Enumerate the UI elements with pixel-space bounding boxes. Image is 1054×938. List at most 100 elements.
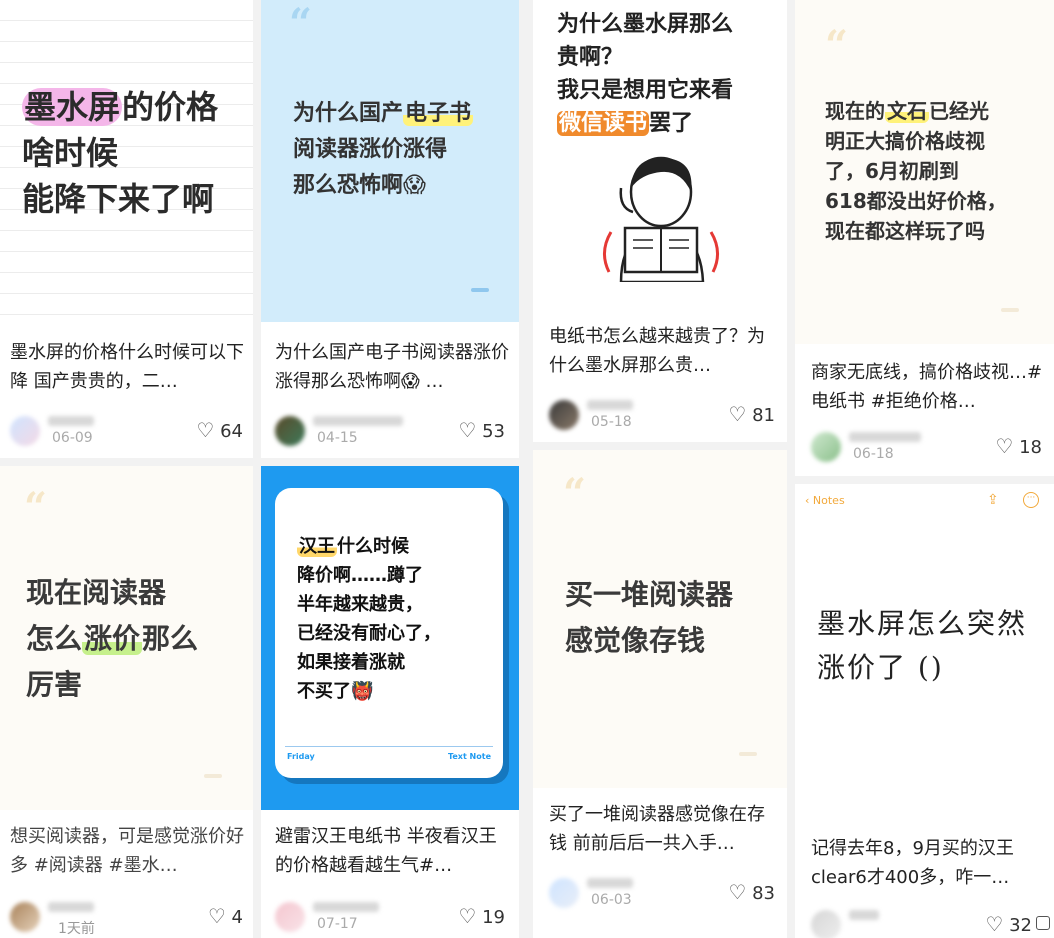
decorative-dash [204, 774, 222, 778]
like-count: 64 [220, 421, 243, 442]
like-count: 4 [231, 907, 243, 928]
post-title[interactable]: 避雷汉王电纸书 半夜看汉王的价格越看越生气#… [275, 822, 511, 880]
cover-text: 阅读器涨价涨得 [293, 137, 448, 162]
avatar[interactable] [549, 400, 579, 430]
avatar[interactable] [811, 910, 841, 938]
heart-icon: ♡ [196, 418, 215, 442]
cover-text: 那么恐怖啊😱 [293, 173, 426, 198]
note-frame: 汉王 什么时候 降价啊……蹲了 半年越来越贵， 已经没有耐心了， 如果接着涨就 不… [275, 488, 503, 778]
post-cover[interactable]: 汉王 什么时候 降价啊……蹲了 半年越来越贵， 已经没有耐心了， 如果接着涨就 不… [261, 466, 519, 810]
username[interactable] [313, 416, 403, 426]
cover-highlight: 墨水屏 [22, 88, 123, 126]
username[interactable] [849, 432, 921, 442]
post-title[interactable]: 墨水屏的价格什么时候可以下降 国产贵贵的，二… [10, 338, 245, 396]
post-card[interactable]: “ 现在阅读器 怎么涨价那么 厉害 想买阅读器，可是感觉涨价好多 #阅读器 #墨… [0, 466, 253, 938]
like-button[interactable]: ♡ 53 [458, 418, 505, 442]
scan-icon[interactable] [1036, 916, 1050, 930]
post-cover[interactable]: ‹ Notes ⇪ ··· 墨水屏怎么突然 涨价了 () [795, 484, 1054, 822]
cover-text: 贵啊？ [557, 45, 624, 70]
post-meta: 06-03 ♡ 83 [549, 878, 775, 908]
like-button[interactable]: ♡ 18 [995, 434, 1042, 458]
cover-text: 涨价了 () [817, 651, 944, 684]
username[interactable] [587, 400, 633, 410]
notes-back-button[interactable]: ‹ Notes [805, 494, 845, 507]
cover-highlight: 文石 [885, 99, 929, 123]
like-button[interactable]: ♡ 19 [458, 904, 505, 928]
heart-icon: ♡ [728, 880, 747, 904]
post-cover[interactable]: 为什么墨水屏那么 贵啊？ 我只是想用它来看 微信读书罢了 [533, 0, 787, 308]
post-card[interactable]: 汉王 什么时候 降价啊……蹲了 半年越来越贵， 已经没有耐心了， 如果接着涨就 不… [261, 466, 519, 938]
username[interactable] [48, 416, 94, 426]
like-button[interactable]: ♡ 81 [728, 402, 775, 426]
post-card[interactable]: “ 买一堆阅读器 感觉像存钱 买了一堆阅读器感觉像在存钱 前前后后一共入手… 0… [533, 450, 787, 938]
cover-highlight: 汉王 [297, 536, 337, 557]
post-date: 04-15 [317, 430, 358, 446]
post-cover[interactable]: “ 买一堆阅读器 感觉像存钱 [533, 450, 787, 788]
cover-text: 了，6月初刷到 [825, 159, 959, 183]
like-button[interactable]: ♡ 32 [985, 912, 1032, 936]
cover-text: 我只是想用它来看 [557, 78, 734, 103]
heart-icon: ♡ [207, 904, 226, 928]
like-button[interactable]: ♡ 4 [208, 904, 243, 928]
username[interactable] [587, 878, 633, 888]
decorative-dash [471, 288, 489, 292]
more-icon[interactable]: ··· [1023, 492, 1039, 508]
cover-text: 如果接着涨就 [297, 652, 405, 673]
cover-text: 感觉像存钱 [565, 624, 706, 657]
like-button[interactable]: ♡ 64 [196, 418, 243, 442]
avatar[interactable] [275, 416, 305, 446]
cover-text: 罢了 [649, 111, 694, 136]
avatar[interactable] [10, 902, 40, 932]
post-card[interactable]: “ 现在的 文石 已经光 明正大搞价格歧视 了，6月初刷到 618都没出好价格， 现… [795, 0, 1054, 476]
quote-mark-icon: “ [825, 22, 849, 69]
cover-text: 现在的 [825, 99, 885, 123]
quote-mark-icon: “ [289, 0, 313, 47]
decorative-dash [739, 752, 757, 756]
like-count: 19 [482, 907, 505, 928]
like-button[interactable]: ♡ 83 [728, 880, 775, 904]
heart-icon: ♡ [458, 418, 477, 442]
heart-icon: ♡ [985, 912, 1004, 936]
cover-text: 那么 [142, 622, 199, 655]
post-title[interactable]: 为什么国产电子书阅读器涨价涨得那么恐怖啊😱 … [275, 338, 511, 396]
post-title[interactable]: 商家无底线，搞价格歧视…#电纸书 #拒绝价格… [811, 358, 1046, 416]
username[interactable] [313, 902, 379, 912]
avatar[interactable] [10, 416, 40, 446]
post-date: 06-09 [52, 430, 93, 446]
cover-text: 墨水屏怎么突然 [817, 607, 1028, 640]
post-cover[interactable]: “ 为什么国产电子书 阅读器涨价涨得 那么恐怖啊😱 [261, 0, 519, 322]
cover-text: 现在都这样玩了吗 [825, 219, 985, 243]
reading-person-illustration [603, 156, 719, 282]
username[interactable] [849, 910, 879, 920]
post-cover[interactable]: “ 现在阅读器 怎么涨价那么 厉害 [0, 466, 253, 810]
cover-text: 现在阅读器 [26, 576, 167, 609]
post-title[interactable]: 买了一堆阅读器感觉像在存钱 前前后后一共入手… [549, 800, 779, 858]
post-card[interactable]: 墨水屏的价格 啥时候 能降下来了啊 墨水屏的价格什么时候可以下降 国产贵贵的，二… [0, 0, 253, 458]
cover-text: 降价啊……蹲了 [297, 565, 423, 586]
post-cover[interactable]: “ 现在的 文石 已经光 明正大搞价格歧视 了，6月初刷到 618都没出好价格， 现… [795, 0, 1054, 344]
cover-text: 明正大搞价格歧视 [825, 129, 985, 153]
post-title[interactable]: 记得去年8，9月买的汉王clear6才400多，咋一… [811, 834, 1046, 892]
avatar[interactable] [811, 432, 841, 462]
avatar[interactable] [549, 878, 579, 908]
post-meta: 1天前 ♡ 4 [10, 902, 243, 937]
cover-highlight: 涨价 [82, 622, 143, 655]
post-card[interactable]: “ 为什么国产电子书 阅读器涨价涨得 那么恐怖啊😱 为什么国产电子书阅读器涨价涨… [261, 0, 519, 458]
quote-mark-icon: “ [563, 470, 587, 517]
like-count: 32 [1009, 915, 1032, 936]
post-card[interactable]: ‹ Notes ⇪ ··· 墨水屏怎么突然 涨价了 () 记得去年8，9月买的汉… [795, 484, 1054, 938]
username[interactable] [48, 902, 94, 912]
post-title[interactable]: 电纸书怎么越来越贵了？为什么墨水屏那么贵… [549, 322, 779, 380]
post-date: 05-18 [591, 414, 632, 430]
cover-text: 买一堆阅读器 [565, 578, 734, 611]
cover-text: 怎么 [26, 622, 83, 655]
post-meta: 05-18 ♡ 81 [549, 400, 775, 430]
avatar[interactable] [275, 902, 305, 932]
post-card[interactable]: 为什么墨水屏那么 贵啊？ 我只是想用它来看 微信读书罢了 电纸书怎么越来越贵了？… [533, 0, 787, 442]
cover-highlight: 电子书 [403, 101, 474, 126]
post-cover[interactable]: 墨水屏的价格 啥时候 能降下来了啊 [0, 0, 253, 320]
post-title[interactable]: 想买阅读器，可是感觉涨价好多 #阅读器 #墨水… [10, 822, 245, 880]
post-meta: 06-18 ♡ 18 [811, 432, 1042, 462]
share-icon[interactable]: ⇪ [987, 492, 999, 508]
like-count: 53 [482, 421, 505, 442]
